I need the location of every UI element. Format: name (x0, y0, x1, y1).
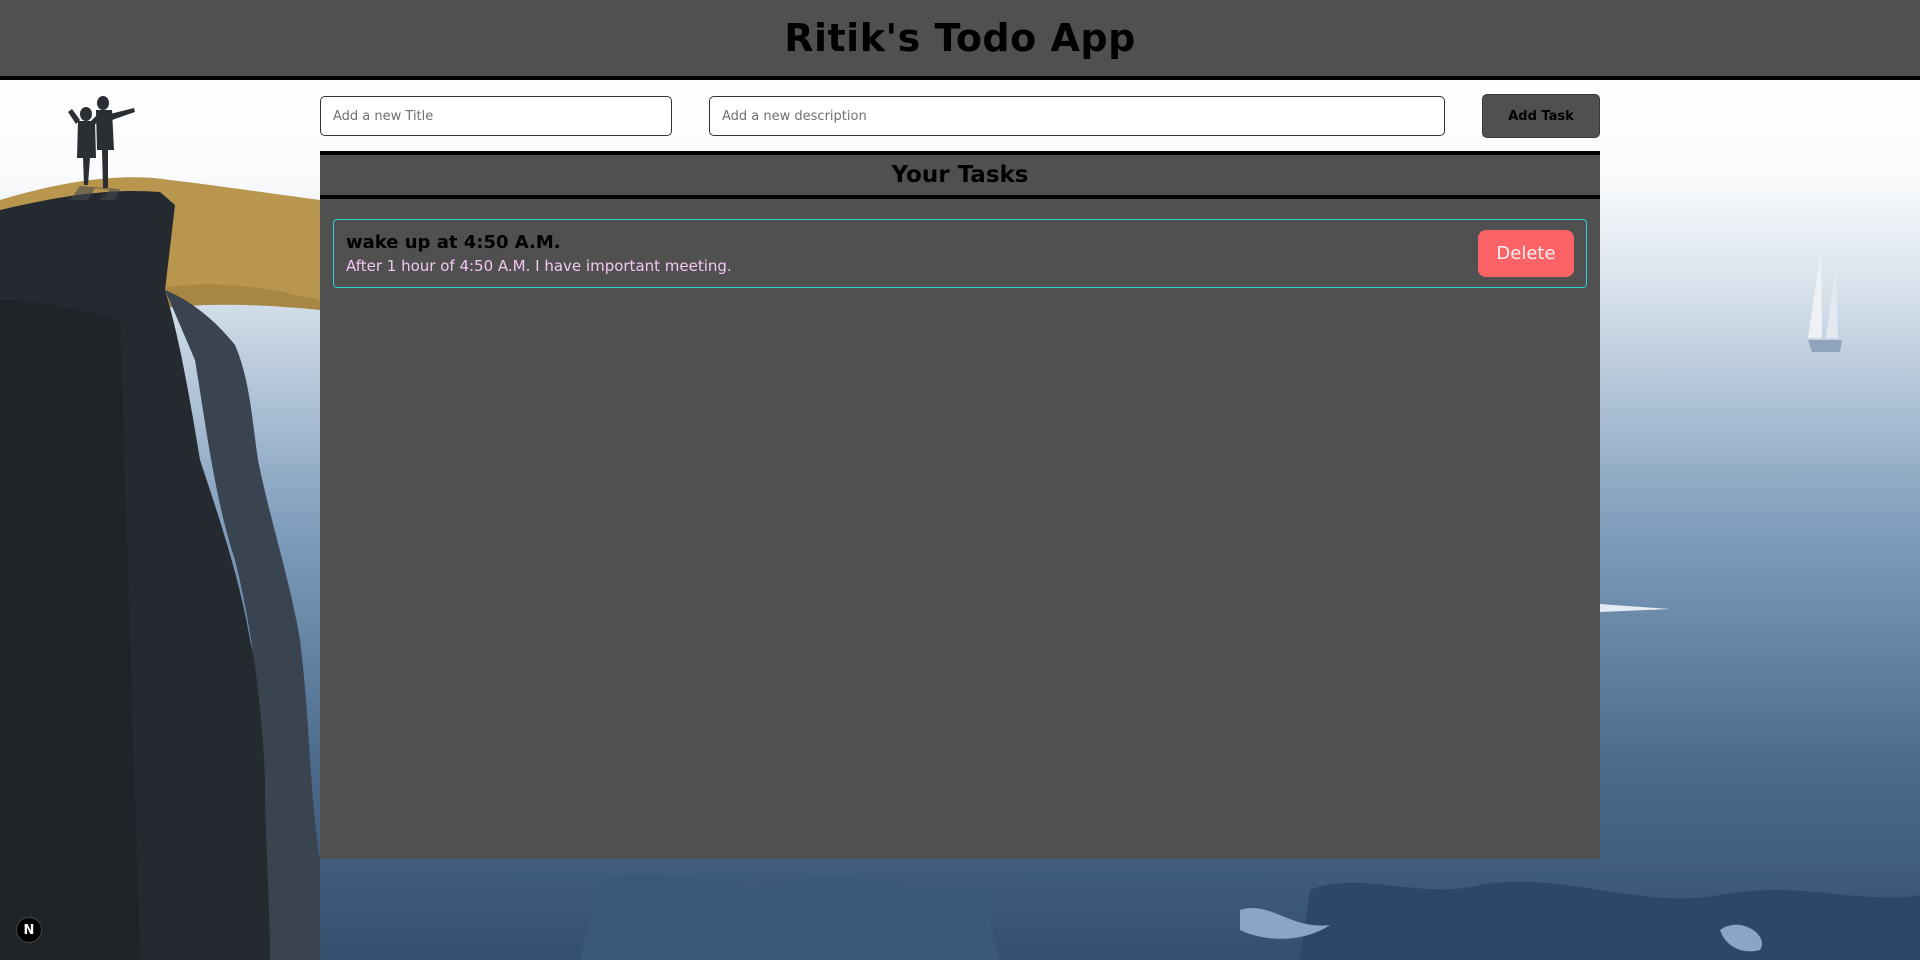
task-description: After 1 hour of 4:50 A.M. I have importa… (346, 257, 732, 275)
app-header: Ritik's Todo App (0, 0, 1920, 80)
tasks-panel-header: Your Tasks (320, 151, 1600, 199)
next-logo-icon: N (23, 922, 35, 938)
task-title: wake up at 4:50 A.M. (346, 232, 561, 253)
task-item: wake up at 4:50 A.M. After 1 hour of 4:5… (333, 219, 1587, 288)
description-input[interactable] (709, 96, 1445, 136)
delete-task-button[interactable]: Delete (1478, 230, 1574, 277)
add-task-form: Add Task (320, 94, 1600, 138)
app-title: Ritik's Todo App (784, 16, 1136, 60)
tasks-heading: Your Tasks (891, 162, 1029, 188)
dev-tools-badge[interactable]: N (16, 917, 42, 943)
title-input[interactable] (320, 96, 672, 136)
tasks-panel: Your Tasks wake up at 4:50 A.M. After 1 … (320, 151, 1600, 859)
add-task-button[interactable]: Add Task (1482, 94, 1600, 138)
